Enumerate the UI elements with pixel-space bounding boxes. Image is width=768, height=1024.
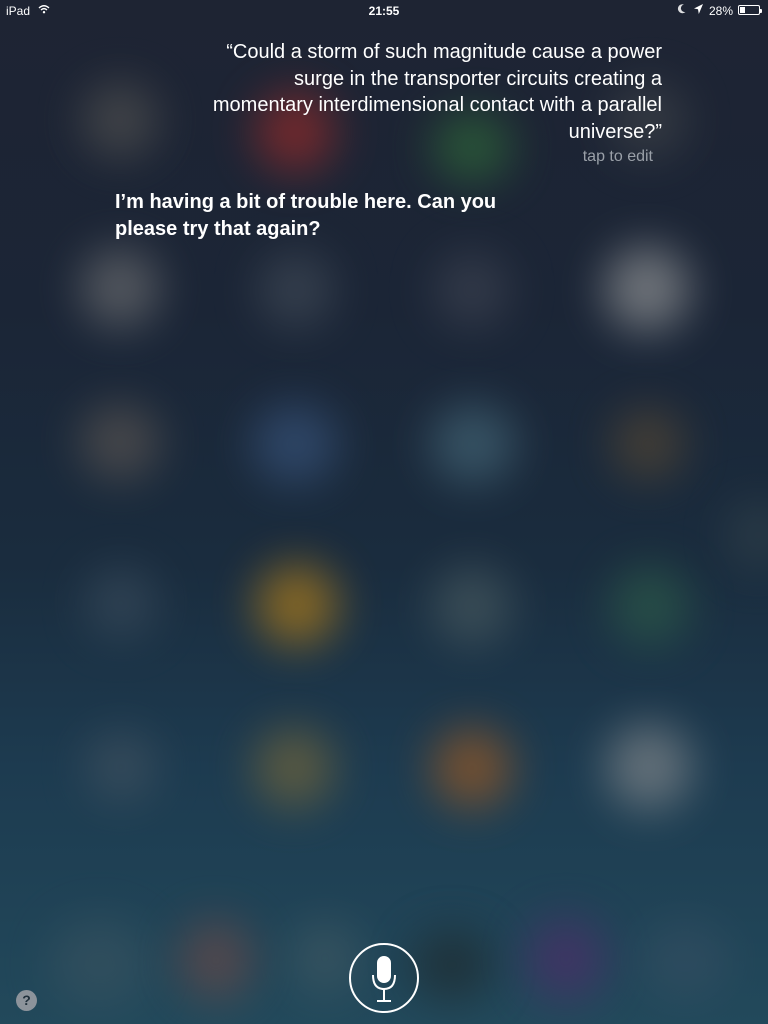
blurred-app-icon (80, 248, 160, 328)
blurred-app-icon (434, 252, 510, 328)
blurred-app-icon (256, 564, 338, 646)
blurred-app-icon (82, 82, 158, 158)
tap-to-edit-hint[interactable]: tap to edit (450, 148, 653, 166)
moon-icon (677, 3, 687, 18)
blurred-dock-icon (640, 920, 730, 1000)
blurred-app-icon (612, 408, 684, 480)
blurred-app-icon (604, 246, 690, 332)
microphone-button[interactable] (349, 943, 419, 1013)
blurred-dock-icon (50, 918, 150, 1008)
microphone-icon (372, 956, 396, 1002)
status-bar: iPad 21:55 28% (0, 0, 768, 20)
blurred-app-icon (430, 404, 516, 484)
battery-cap (760, 9, 762, 13)
blurred-app-icon (606, 724, 692, 810)
blurred-dock-icon (178, 920, 254, 1000)
user-query-text[interactable]: “Could a storm of such magnitude cause a… (200, 39, 662, 145)
location-arrow-icon (693, 3, 704, 18)
battery-fill (740, 7, 745, 13)
blurred-app-icon (254, 728, 334, 808)
siri-screen: iPad 21:55 28% “Could a storm of such ma… (0, 0, 768, 1024)
blurred-app-icon (252, 404, 338, 484)
blurred-dock-icon (412, 930, 492, 1000)
battery-percent: 28% (709, 4, 734, 18)
blurred-app-icon (432, 728, 512, 808)
blurred-app-icon (728, 500, 768, 570)
blurred-app-icon (86, 568, 156, 638)
blurred-app-icon (80, 404, 160, 480)
blurred-dock-icon (526, 918, 606, 1000)
blurred-app-icon (258, 252, 334, 328)
blurred-app-icon (610, 566, 690, 646)
siri-response-text: I’m having a bit of trouble here. Can yo… (115, 191, 497, 240)
blurred-app-icon (432, 566, 512, 646)
battery-icon (738, 5, 762, 15)
blurred-app-icon (86, 732, 156, 802)
status-time: 21:55 (368, 4, 400, 18)
help-button[interactable]: ? (16, 990, 37, 1011)
